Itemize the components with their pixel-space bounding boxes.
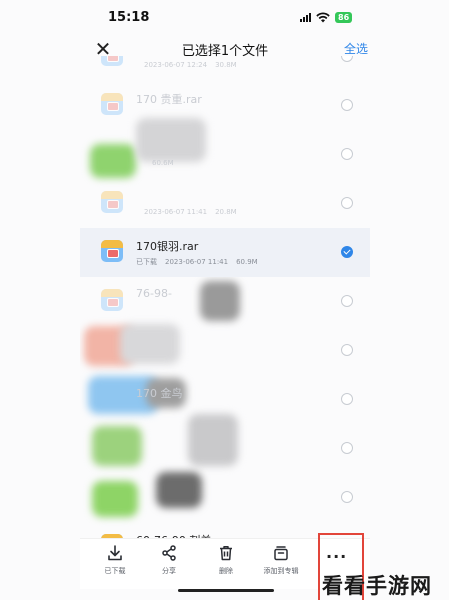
rar-file-icon (101, 93, 123, 115)
select-radio[interactable] (341, 295, 353, 307)
delete-label: 删除 (219, 567, 233, 575)
rar-file-icon (101, 289, 123, 311)
select-radio[interactable] (341, 491, 353, 503)
home-indicator (178, 589, 274, 592)
select-radio[interactable] (341, 56, 353, 62)
file-meta (136, 404, 160, 412)
more-button[interactable]: ··· (326, 547, 347, 566)
select-radio[interactable] (341, 197, 353, 209)
file-row[interactable]: 2023-06-07 11:41 20.8M (80, 179, 370, 228)
file-meta (136, 110, 160, 118)
download-label: 已下载 (104, 567, 126, 575)
select-all-button[interactable]: 全选 (344, 40, 368, 57)
file-meta (136, 355, 160, 363)
share-button[interactable]: 分享 (144, 545, 194, 576)
status-bar: 15:18 86 (0, 0, 449, 34)
file-meta: 2023-06-07 11:41 20.8M (144, 208, 237, 216)
download-button[interactable]: 已下载 (90, 545, 140, 576)
file-name: 170 贵重.rar (136, 93, 202, 106)
file-meta: 已下载 2023-06-07 11:41 60.9M (136, 258, 258, 266)
select-radio[interactable] (341, 393, 353, 405)
file-name: 76-98- (136, 287, 172, 300)
select-radio[interactable] (341, 99, 353, 111)
select-radio[interactable] (341, 344, 353, 356)
file-meta (136, 306, 160, 314)
rar-file-icon (101, 191, 123, 213)
share-icon (162, 545, 176, 561)
download-icon (108, 545, 122, 561)
file-row[interactable] (80, 473, 370, 522)
file-meta (136, 453, 160, 461)
file-name: 170银羽.rar (136, 240, 199, 253)
rar-file-icon (101, 56, 123, 66)
share-label: 分享 (162, 567, 176, 575)
signal-icon (300, 12, 311, 22)
select-radio[interactable] (341, 442, 353, 454)
battery-indicator: 86 (335, 11, 353, 23)
file-row[interactable] (80, 424, 370, 473)
file-row[interactable]: 170银羽.rar 已下载 2023-06-07 11:41 60.9M (80, 228, 370, 277)
wifi-icon (316, 12, 330, 22)
file-row[interactable] (80, 326, 370, 375)
select-radio[interactable] (341, 148, 353, 160)
album-icon (274, 546, 288, 561)
file-meta (136, 502, 160, 510)
trash-icon (220, 546, 232, 561)
file-row[interactable]: 2023-06-07 12:24 30.8M (80, 56, 370, 81)
file-list: 2023-06-07 12:24 30.8M 170 贵重.rar 60.6M 2… (80, 56, 370, 540)
phone-screen: 15:18 86 已选择1个文件 ✕ 全选 2023-06-07 12:24 3… (0, 0, 449, 600)
file-row[interactable]: 76-98- (80, 277, 370, 326)
file-meta: 60.6M (152, 159, 174, 167)
file-name: 170 金鸟 (136, 387, 183, 400)
watermark: 看看手游网 (322, 574, 432, 598)
add-to-album-button[interactable]: 添加到专辑 (256, 545, 306, 576)
file-meta: 2023-06-07 12:24 30.8M (144, 61, 237, 69)
file-row[interactable]: 60.6M (80, 130, 370, 179)
add-to-album-label: 添加到专辑 (263, 567, 299, 575)
status-time: 15:18 (108, 10, 150, 25)
delete-button[interactable]: 删除 (201, 545, 251, 576)
file-row[interactable]: 170 贵重.rar (80, 81, 370, 130)
rar-file-icon (101, 240, 123, 262)
status-icons: 86 (300, 10, 353, 24)
select-radio[interactable] (341, 246, 353, 258)
file-row[interactable]: 170 金鸟 (80, 375, 370, 424)
